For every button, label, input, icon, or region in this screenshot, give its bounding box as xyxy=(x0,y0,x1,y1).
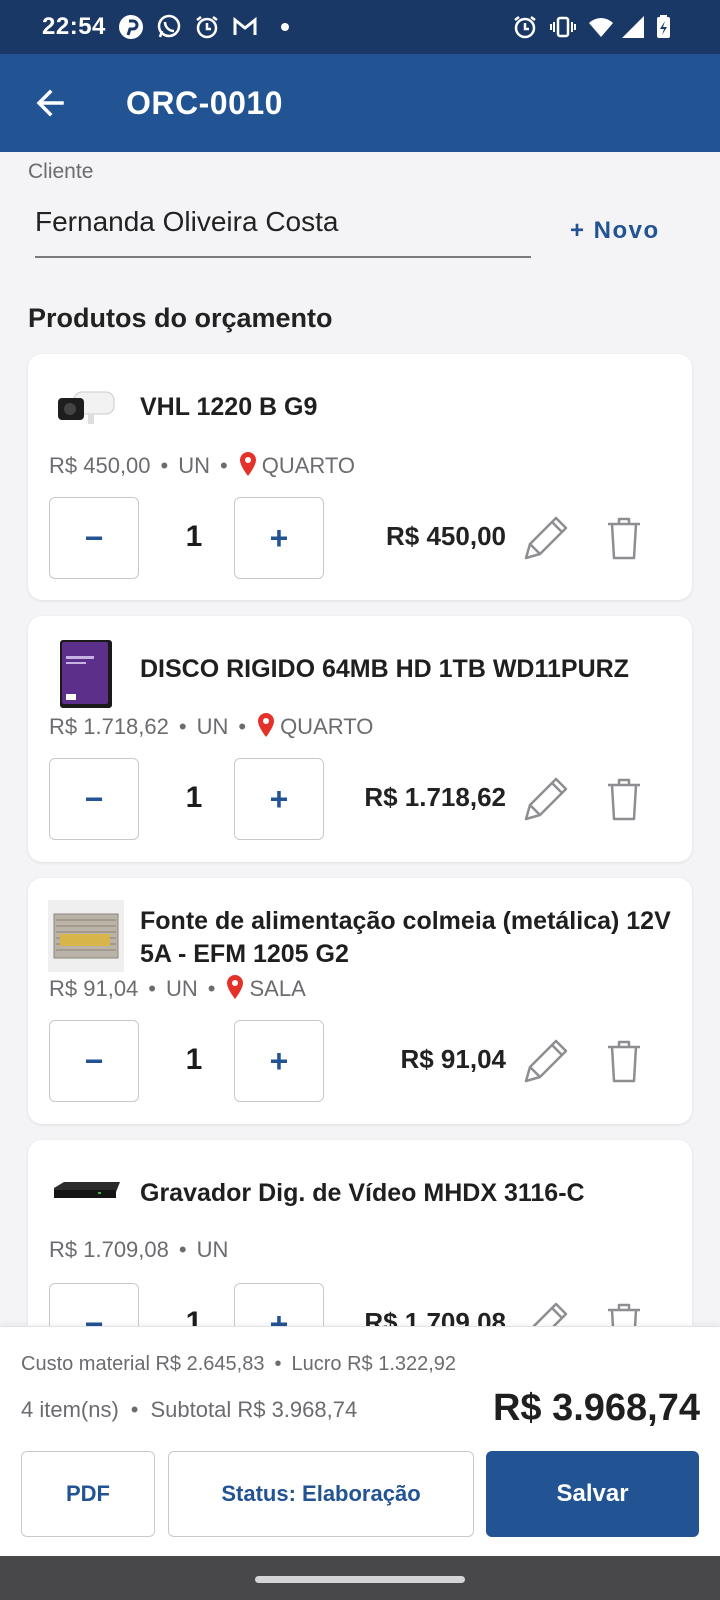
increase-qty-button[interactable]: + xyxy=(234,758,324,840)
product-qty: 1 xyxy=(185,781,203,814)
new-client-button[interactable]: + Novo xyxy=(570,217,660,245)
increase-qty-button[interactable]: + xyxy=(234,497,324,579)
product-price: R$ 91,04 xyxy=(49,976,139,1001)
pinterest-icon xyxy=(119,15,143,39)
alarm-icon xyxy=(196,16,218,39)
navigation-bar xyxy=(0,1556,720,1600)
app-bar: ORC-0010 xyxy=(0,54,720,152)
product-qty: 1 xyxy=(185,1043,203,1076)
product-unit: UN xyxy=(178,453,211,478)
summary-footer: Custo material R$ 2.645,83 • Lucro R$ 1.32… xyxy=(0,1326,720,1556)
items-count: 4 item(ns) xyxy=(21,1397,119,1422)
client-label: Cliente xyxy=(28,160,94,183)
product-card: Fonte de alimentação colmeia (metálica) … xyxy=(28,878,692,1124)
location-pin-icon xyxy=(239,452,256,476)
trash-icon[interactable] xyxy=(604,775,644,825)
client-value: Fernanda Oliveira Costa xyxy=(35,206,339,237)
product-location: QUARTO xyxy=(261,453,356,478)
product-name: Gravador Dig. de Vídeo MHDX 3116-C xyxy=(140,1179,585,1207)
product-price: R$ 450,00 xyxy=(49,453,151,478)
signal-icon xyxy=(622,16,644,38)
product-unit: UN xyxy=(166,976,198,1001)
grand-total: R$ 3.968,74 xyxy=(492,1387,700,1429)
status-button[interactable]: Status: Elaboração xyxy=(168,1451,474,1537)
pdf-button[interactable]: PDF xyxy=(21,1451,155,1537)
home-gesture-handle[interactable] xyxy=(255,1576,465,1583)
product-line-total: R$ 91,04 xyxy=(400,1044,506,1074)
subtotal: Subtotal R$ 3.968,74 xyxy=(150,1397,358,1422)
save-button[interactable]: Salvar xyxy=(486,1451,699,1537)
product-price: R$ 1.709,08 xyxy=(49,1237,169,1262)
product-name: VHL 1220 B G9 xyxy=(140,393,318,421)
product-meta: R$ 450,00 • UN • QUARTO xyxy=(49,452,356,478)
items-summary: 4 item(ns) • Subtotal R$ 3.968,74 xyxy=(21,1397,358,1422)
product-unit: UN xyxy=(196,1237,229,1262)
gmail-icon xyxy=(233,16,257,35)
product-location: SALA xyxy=(249,976,306,1001)
status-time: 22:54 xyxy=(42,13,106,40)
pencil-icon[interactable] xyxy=(518,1035,572,1089)
product-qty: 1 xyxy=(185,520,203,553)
product-thumbnail xyxy=(48,900,124,972)
decrease-qty-button[interactable]: − xyxy=(49,758,139,840)
product-unit: UN xyxy=(196,714,229,739)
decrease-qty-button[interactable]: − xyxy=(49,497,139,579)
trash-icon[interactable] xyxy=(604,1037,644,1087)
product-meta: R$ 1.718,62 • UN • QUARTO xyxy=(49,713,374,739)
trash-icon[interactable] xyxy=(604,514,644,564)
profit: Lucro R$ 1.322,92 xyxy=(291,1353,457,1375)
product-meta: R$ 91,04 • UN • SALA xyxy=(49,975,306,1001)
vibrate-icon xyxy=(550,16,576,38)
wifi-icon xyxy=(589,18,613,37)
location-pin-icon xyxy=(258,713,275,737)
product-price: R$ 1.718,62 xyxy=(49,714,169,739)
product-location: QUARTO xyxy=(280,714,374,739)
page-title: ORC-0010 xyxy=(126,85,283,121)
product-name: Fonte de alimentação colmeia (metálica) … xyxy=(140,907,671,968)
increase-qty-button[interactable]: + xyxy=(234,1020,324,1102)
product-card: VHL 1220 B G9 R$ 450,00 • UN • QUARTO − 1 + … xyxy=(28,354,692,600)
decrease-qty-button[interactable]: − xyxy=(49,1020,139,1102)
alarm-icon xyxy=(514,16,536,39)
product-line-total: R$ 1.718,62 xyxy=(364,782,506,812)
location-pin-icon xyxy=(227,975,244,999)
status-bar: 22:54 xyxy=(0,0,720,54)
product-card: DISCO RIGIDO 64MB HD 1TB WD11PURZ R$ 1.7… xyxy=(28,616,692,862)
pencil-icon[interactable] xyxy=(518,512,572,566)
material-cost: Custo material R$ 2.645,83 xyxy=(21,1353,265,1375)
client-field[interactable]: Fernanda Oliveira Costa xyxy=(35,206,531,258)
product-line-total: R$ 450,00 xyxy=(386,521,506,551)
product-thumbnail xyxy=(58,391,115,424)
section-title-products: Produtos do orçamento xyxy=(28,303,333,333)
battery-charging-icon xyxy=(657,15,670,38)
product-thumbnail xyxy=(54,1182,120,1198)
product-name: DISCO RIGIDO 64MB HD 1TB WD11PURZ xyxy=(140,655,629,683)
cost-summary: Custo material R$ 2.645,83 • Lucro R$ 1.32… xyxy=(21,1353,457,1375)
whatsapp-icon xyxy=(157,14,181,38)
notification-dot-icon xyxy=(281,23,289,31)
arrow-left-icon[interactable] xyxy=(28,80,74,126)
product-thumbnail xyxy=(60,640,112,708)
product-meta: R$ 1.709,08 • UN xyxy=(49,1237,229,1262)
pencil-icon[interactable] xyxy=(518,773,572,827)
